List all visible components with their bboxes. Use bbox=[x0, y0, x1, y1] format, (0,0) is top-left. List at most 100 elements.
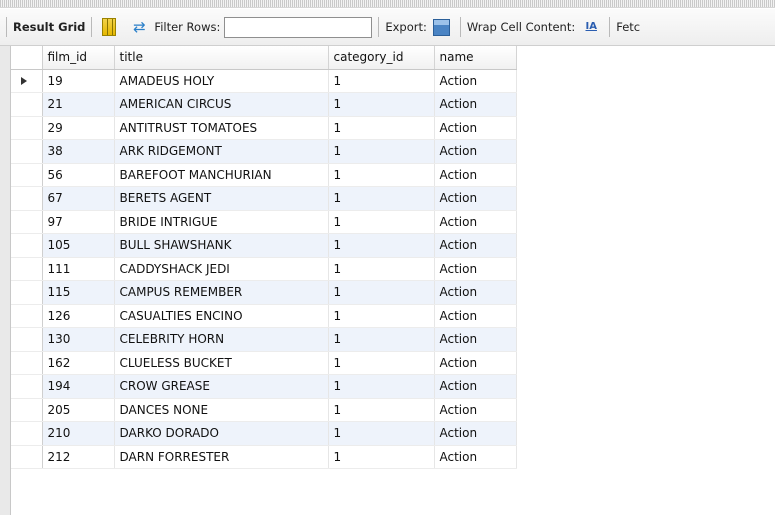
cell-name[interactable]: Action bbox=[434, 233, 517, 258]
cell-film-id[interactable]: 105 bbox=[42, 233, 115, 258]
row-marker[interactable] bbox=[11, 210, 43, 234]
cell-name[interactable]: Action bbox=[434, 374, 517, 399]
table-row[interactable]: 162 CLUELESS BUCKET 1 Action bbox=[11, 351, 517, 375]
cell-category-id[interactable]: 1 bbox=[328, 92, 435, 117]
cell-category-id[interactable]: 1 bbox=[328, 163, 435, 187]
table-row[interactable]: 105 BULL SHAWSHANK 1 Action bbox=[11, 233, 517, 258]
table-row[interactable]: 38 ARK RIDGEMONT 1 Action bbox=[11, 139, 517, 164]
row-marker[interactable] bbox=[11, 445, 43, 469]
cell-title[interactable]: BAREFOOT MANCHURIAN bbox=[114, 163, 329, 187]
row-marker[interactable] bbox=[11, 304, 43, 328]
row-marker[interactable] bbox=[11, 374, 43, 399]
cell-category-id[interactable]: 1 bbox=[328, 304, 435, 328]
row-marker[interactable] bbox=[11, 163, 43, 187]
filter-rows-input[interactable] bbox=[224, 16, 373, 38]
table-row[interactable]: 126 CASUALTIES ENCINO 1 Action bbox=[11, 304, 517, 328]
cell-film-id[interactable]: 194 bbox=[42, 374, 115, 399]
cell-category-id[interactable]: 1 bbox=[328, 257, 435, 281]
table-row[interactable]: 97 BRIDE INTRIGUE 1 Action bbox=[11, 210, 517, 234]
table-row[interactable]: 56 BAREFOOT MANCHURIAN 1 Action bbox=[11, 163, 517, 187]
row-marker[interactable] bbox=[11, 280, 43, 305]
cell-category-id[interactable]: 1 bbox=[328, 327, 435, 352]
cell-name[interactable]: Action bbox=[434, 92, 517, 117]
row-marker[interactable] bbox=[11, 421, 43, 446]
cell-film-id[interactable]: 19 bbox=[42, 69, 115, 93]
cell-film-id[interactable]: 126 bbox=[42, 304, 115, 328]
cell-category-id[interactable]: 1 bbox=[328, 139, 435, 164]
table-row[interactable]: 130 CELEBRITY HORN 1 Action bbox=[11, 327, 517, 352]
row-marker[interactable] bbox=[11, 398, 43, 422]
cell-title[interactable]: DARKO DORADO bbox=[114, 421, 329, 446]
column-header-title[interactable]: title bbox=[114, 46, 329, 70]
row-marker[interactable] bbox=[11, 351, 43, 375]
cell-film-id[interactable]: 111 bbox=[42, 257, 115, 281]
cell-title[interactable]: BERETS AGENT bbox=[114, 186, 329, 211]
column-header-film-id[interactable]: film_id bbox=[42, 46, 115, 70]
table-row[interactable]: 21 AMERICAN CIRCUS 1 Action bbox=[11, 92, 517, 117]
cell-film-id[interactable]: 67 bbox=[42, 186, 115, 211]
row-marker[interactable] bbox=[11, 257, 43, 281]
row-marker[interactable] bbox=[11, 92, 43, 117]
cell-title[interactable]: CAMPUS REMEMBER bbox=[114, 280, 329, 305]
table-row[interactable]: 111 CADDYSHACK JEDI 1 Action bbox=[11, 257, 517, 281]
result-grid-icon[interactable] bbox=[102, 18, 117, 36]
cell-name[interactable]: Action bbox=[434, 351, 517, 375]
cell-title[interactable]: AMERICAN CIRCUS bbox=[114, 92, 329, 117]
cell-title[interactable]: CLUELESS BUCKET bbox=[114, 351, 329, 375]
row-marker[interactable] bbox=[11, 139, 43, 164]
cell-title[interactable]: BRIDE INTRIGUE bbox=[114, 210, 329, 234]
cell-title[interactable]: ANTITRUST TOMATOES bbox=[114, 116, 329, 140]
cell-name[interactable]: Action bbox=[434, 163, 517, 187]
result-grid-label[interactable]: Result Grid bbox=[13, 20, 85, 34]
cell-title[interactable]: AMADEUS HOLY bbox=[114, 69, 329, 93]
row-marker[interactable] bbox=[11, 327, 43, 352]
table-row[interactable]: 205 DANCES NONE 1 Action bbox=[11, 398, 517, 422]
cell-film-id[interactable]: 29 bbox=[42, 116, 115, 140]
cell-category-id[interactable]: 1 bbox=[328, 351, 435, 375]
row-marker[interactable] bbox=[11, 69, 43, 93]
cell-title[interactable]: CELEBRITY HORN bbox=[114, 327, 329, 352]
cell-name[interactable]: Action bbox=[434, 257, 517, 281]
cell-name[interactable]: Action bbox=[434, 445, 517, 469]
cell-film-id[interactable]: 38 bbox=[42, 139, 115, 164]
cell-film-id[interactable]: 56 bbox=[42, 163, 115, 187]
cell-name[interactable]: Action bbox=[434, 327, 517, 352]
table-row[interactable]: 19 AMADEUS HOLY 1 Action bbox=[11, 69, 517, 93]
table-row[interactable]: 210 DARKO DORADO 1 Action bbox=[11, 421, 517, 446]
cell-film-id[interactable]: 212 bbox=[42, 445, 115, 469]
cell-film-id[interactable]: 21 bbox=[42, 92, 115, 117]
cell-film-id[interactable]: 210 bbox=[42, 421, 115, 446]
cell-title[interactable]: CADDYSHACK JEDI bbox=[114, 257, 329, 281]
cell-category-id[interactable]: 1 bbox=[328, 210, 435, 234]
row-marker[interactable] bbox=[11, 233, 43, 258]
cell-name[interactable]: Action bbox=[434, 139, 517, 164]
cell-title[interactable]: CROW GREASE bbox=[114, 374, 329, 399]
cell-category-id[interactable]: 1 bbox=[328, 69, 435, 93]
cell-category-id[interactable]: 1 bbox=[328, 398, 435, 422]
cell-title[interactable]: BULL SHAWSHANK bbox=[114, 233, 329, 258]
cell-title[interactable]: ARK RIDGEMONT bbox=[114, 139, 329, 164]
cell-category-id[interactable]: 1 bbox=[328, 280, 435, 305]
cell-name[interactable]: Action bbox=[434, 210, 517, 234]
cell-title[interactable]: DARN FORRESTER bbox=[114, 445, 329, 469]
cell-name[interactable]: Action bbox=[434, 69, 517, 93]
cell-category-id[interactable]: 1 bbox=[328, 233, 435, 258]
cell-name[interactable]: Action bbox=[434, 304, 517, 328]
cell-title[interactable]: DANCES NONE bbox=[114, 398, 329, 422]
cell-title[interactable]: CASUALTIES ENCINO bbox=[114, 304, 329, 328]
refresh-icon[interactable]: ⇄ bbox=[130, 18, 148, 36]
cell-name[interactable]: Action bbox=[434, 280, 517, 305]
table-row[interactable]: 194 CROW GREASE 1 Action bbox=[11, 374, 517, 399]
cell-name[interactable]: Action bbox=[434, 116, 517, 140]
row-marker[interactable] bbox=[11, 116, 43, 140]
table-row[interactable]: 67 BERETS AGENT 1 Action bbox=[11, 186, 517, 211]
table-row[interactable]: 115 CAMPUS REMEMBER 1 Action bbox=[11, 280, 517, 305]
cell-category-id[interactable]: 1 bbox=[328, 374, 435, 399]
cell-category-id[interactable]: 1 bbox=[328, 421, 435, 446]
column-header-category-id[interactable]: category_id bbox=[328, 46, 435, 70]
cell-film-id[interactable]: 205 bbox=[42, 398, 115, 422]
cell-category-id[interactable]: 1 bbox=[328, 116, 435, 140]
cell-name[interactable]: Action bbox=[434, 421, 517, 446]
cell-name[interactable]: Action bbox=[434, 186, 517, 211]
wrap-cell-icon[interactable]: IA bbox=[583, 19, 599, 35]
